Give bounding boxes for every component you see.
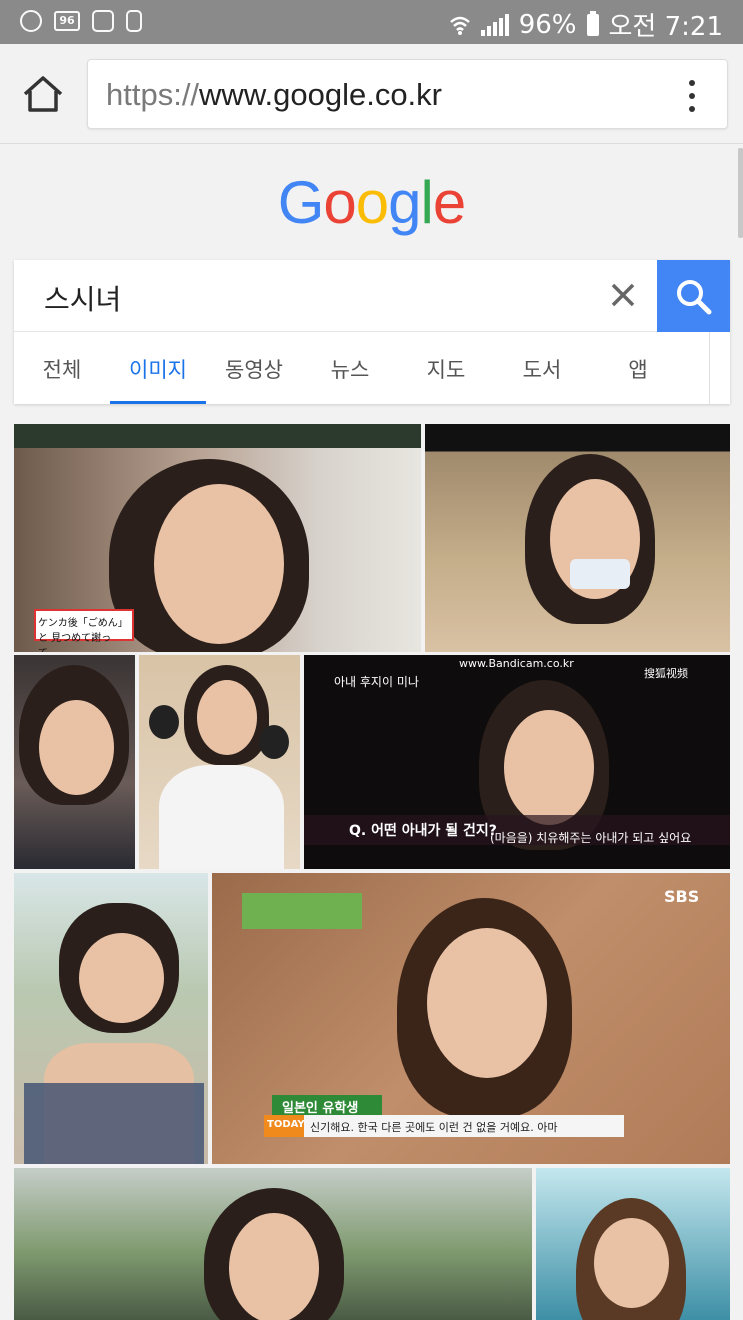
logo-letter: o [355,169,389,236]
tv-caption: www.Bandicam.co.kr [459,657,574,670]
tab-1[interactable]: 전체 [14,332,110,404]
search-icon [677,280,712,315]
url-text: https://www.google.co.kr [106,77,442,113]
search-query: 스시녀 [44,283,122,316]
tab-3[interactable]: 동영상 [206,332,302,404]
search-button[interactable] [657,260,730,332]
browser-toolbar: https://www.google.co.kr [0,44,743,144]
overflow-menu-icon[interactable] [687,80,697,112]
badge-icon: 96 [54,11,80,31]
signal-icon [480,13,509,36]
image-result[interactable]: SBS 일본인 유학생 TODAY 신기해요. 한국 다른 곳에도 이런 건 없… [212,873,730,1164]
address-bar[interactable]: https://www.google.co.kr [87,59,728,129]
logo-letter: G [277,169,325,236]
tab-4[interactable]: 뉴스 [302,332,398,404]
tv-caption: (마음을) 치유해주는 아내가 되고 싶어요 [490,831,692,845]
tv-caption: 搜狐视频 [644,667,688,680]
image-result[interactable] [14,655,135,869]
clear-icon[interactable] [610,282,636,308]
tv-caption: 일본인 유학생 [282,1101,359,1116]
logo-letter: e [432,169,466,236]
tv-caption: Q. 어떤 아내가 될 건지? [349,823,497,839]
url-host: www.google.co.kr [199,77,442,112]
image-result[interactable]: ケンカ後「ごめん」と 見つめて謝って。 [14,424,421,652]
image-result[interactable] [14,1168,532,1320]
app-notification-icon [20,10,42,32]
logo-letter: o [323,169,356,236]
search-input[interactable]: 스시녀 [14,260,657,332]
image-result[interactable] [536,1168,730,1320]
search-tabs: 전체 이미지 동영상 뉴스 지도 도서 앱 [14,332,730,404]
wifi-icon [449,16,470,35]
clock: 오전 7:21 [608,12,724,42]
tab-6[interactable]: 도서 [494,332,590,404]
recycle-notification-icon [126,10,142,32]
tv-caption: ケンカ後「ごめん」と 見つめて謝って。 [38,618,128,652]
tab-2[interactable]: 이미지 [110,332,206,404]
tv-caption: 아내 후지이 미나 [334,675,419,689]
notification-icons: 96 [20,10,142,32]
image-notification-icon [92,10,114,32]
scrollbar[interactable] [738,148,743,238]
tab-7[interactable]: 앱 [590,332,686,404]
tv-caption: TODAY [267,1119,305,1130]
status-bar: 96 96% 오전 7:21 [0,0,743,44]
battery-percent: 96% [518,9,577,40]
tabs-divider [709,332,710,404]
home-icon[interactable] [20,74,66,114]
tv-caption: 신기해요. 한국 다른 곳에도 이런 건 없을 거예요. 아마 [310,1121,558,1134]
image-result[interactable] [139,655,300,869]
image-result[interactable]: www.Bandicam.co.kr 搜狐视频 아내 후지이 미나 Q. 어떤 … [304,655,730,869]
google-logo[interactable]: Google [0,168,743,237]
url-protocol: https:// [106,77,200,112]
search-card: 스시녀 전체 이미지 동영상 뉴스 지도 도서 앱 [14,260,730,404]
tab-5[interactable]: 지도 [398,332,494,404]
image-result[interactable] [425,424,730,652]
battery-icon [586,10,599,36]
logo-letter: g [388,169,421,236]
tv-caption: SBS [664,887,700,906]
image-result[interactable] [14,873,208,1164]
logo-letter: l [420,169,434,236]
